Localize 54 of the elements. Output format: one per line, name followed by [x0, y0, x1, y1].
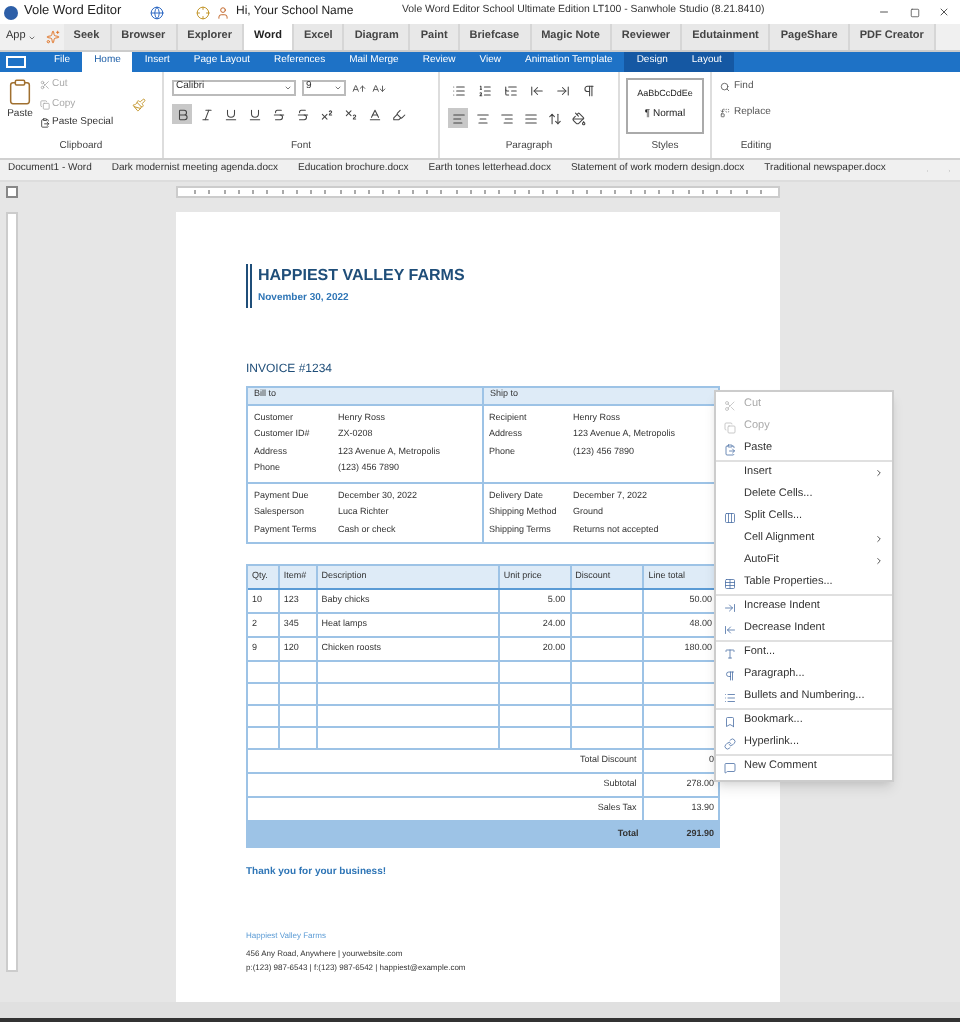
paste-icon: [724, 443, 736, 455]
copy-icon: [40, 99, 50, 110]
grow-font-icon: [352, 81, 366, 95]
strikethrough-button[interactable]: [268, 104, 288, 124]
search-icon: [720, 82, 730, 93]
double-underline-button[interactable]: [244, 104, 264, 124]
replace-icon: [720, 107, 730, 118]
increase-indent-button[interactable]: [552, 80, 572, 100]
multilevel-list-button[interactable]: [500, 80, 520, 100]
maximize-icon: [909, 7, 919, 17]
numbering-button[interactable]: [474, 80, 494, 100]
scissors-icon: [724, 399, 736, 411]
decrease-indent-button[interactable]: [526, 80, 546, 100]
bold-button[interactable]: [172, 104, 192, 124]
scissors-icon: [40, 80, 50, 91]
comment-icon: [724, 761, 736, 773]
quick-access-icon[interactable]: [6, 56, 26, 68]
show-marks-button[interactable]: [578, 80, 598, 100]
pilcrow-icon: [724, 669, 736, 681]
minimize-icon: [878, 6, 890, 18]
shrink-font-icon: [372, 81, 386, 95]
superscript-button[interactable]: [316, 104, 336, 124]
format-painter-icon: [131, 98, 146, 112]
target-icon: [196, 5, 210, 19]
close-icon: [938, 6, 950, 18]
company-name: HAPPIEST VALLEY FARMS: [258, 264, 465, 288]
paste-icon: [40, 118, 50, 129]
copy-icon: [724, 421, 736, 433]
columns-icon: [724, 511, 736, 523]
highlight-button[interactable]: [388, 104, 408, 124]
table-icon: [724, 577, 736, 589]
indent-icon: [724, 601, 736, 613]
subscript-button[interactable]: [340, 104, 360, 124]
align-center-button[interactable]: [472, 108, 492, 128]
app-logo-icon: [4, 5, 18, 19]
italic-button[interactable]: [196, 104, 216, 124]
user-icon: [216, 5, 230, 19]
link-icon: [724, 737, 736, 749]
letter-icon: [724, 647, 736, 659]
justify-button[interactable]: [520, 108, 540, 128]
underline-button[interactable]: [220, 104, 240, 124]
list-icon: [724, 691, 736, 703]
font-color-button[interactable]: [364, 104, 384, 124]
accent-bar: [246, 264, 252, 307]
globe-icon: [150, 5, 164, 19]
align-right-button[interactable]: [496, 108, 516, 128]
sparkle-icon: [45, 30, 60, 44]
shading-button[interactable]: [568, 108, 588, 128]
double-strikethrough-button[interactable]: [292, 104, 312, 124]
line-spacing-button[interactable]: [544, 108, 564, 128]
outdent-icon: [724, 623, 736, 635]
clipboard-icon: [6, 78, 34, 106]
tab-stop-icon[interactable]: [6, 186, 18, 198]
bookmark-icon: [724, 715, 736, 727]
